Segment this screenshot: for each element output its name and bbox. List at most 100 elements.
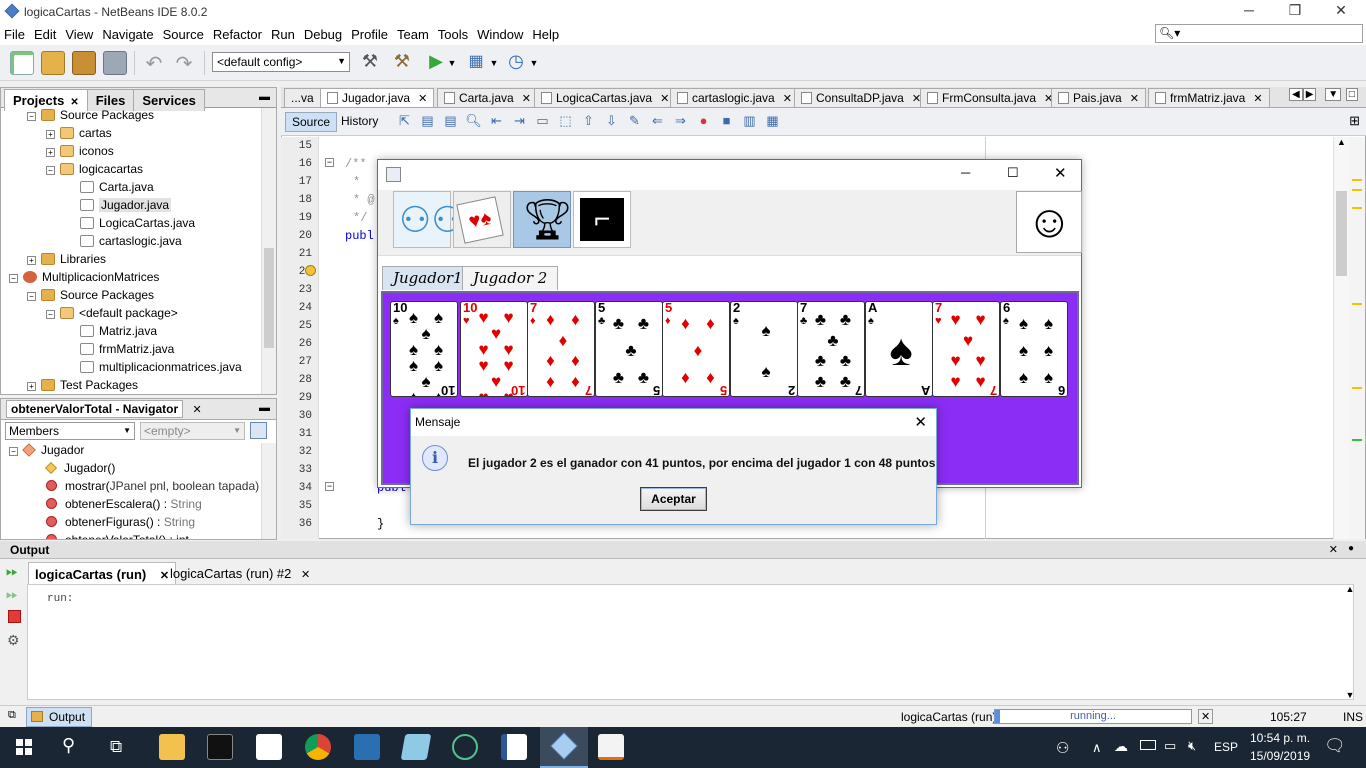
tree-item[interactable]: cartaslogic.java xyxy=(1,234,263,252)
stripe-mark[interactable] xyxy=(1352,179,1362,181)
debug-icon[interactable]: ▦ xyxy=(464,51,488,75)
rerun-options-icon[interactable]: ⏩︎ xyxy=(6,586,18,603)
terminal-icon[interactable] xyxy=(207,734,233,760)
save-all-icon[interactable] xyxy=(103,51,127,75)
tree-item[interactable]: Matriz.java xyxy=(1,324,263,342)
stripe-mark[interactable] xyxy=(1352,439,1362,441)
navigator-filter-select[interactable]: Members ▼ xyxy=(5,422,135,440)
playing-card[interactable]: 10♥10♥♥♥♥♥♥♥♥♥♥ xyxy=(460,301,528,397)
toggle-rect-icon[interactable]: ⬚ xyxy=(554,113,577,129)
menu-view[interactable]: View xyxy=(61,24,98,42)
next-bookmark-icon[interactable]: ⇩ xyxy=(600,113,623,129)
run-dropdown-icon[interactable]: ▼ xyxy=(446,51,458,75)
netbeans-taskbar-icon[interactable] xyxy=(540,727,588,768)
tree-item[interactable]: − Source Packages xyxy=(1,108,263,126)
tree-item[interactable]: + Test Packages xyxy=(1,378,263,396)
settings-icon[interactable]: ⚙ xyxy=(7,632,20,649)
close-icon[interactable]: ✕ xyxy=(301,569,310,581)
word-doc-icon[interactable] xyxy=(501,734,527,760)
rerun-icon[interactable]: ⏩︎ xyxy=(6,563,18,580)
scroll-up-icon[interactable]: ▲ xyxy=(1344,584,1356,594)
scroll-down-icon[interactable]: ▼ xyxy=(1344,690,1356,700)
editor-tab[interactable]: Jugador.java ✕ xyxy=(320,88,435,107)
editor-tab[interactable]: frmMatriz.java ✕ xyxy=(1148,88,1270,107)
options-icon[interactable]: ● xyxy=(1348,543,1354,554)
restore-window-icon[interactable]: ⧉ xyxy=(8,709,16,722)
clean-build-icon[interactable]: ⚒ xyxy=(390,51,414,75)
find-icon[interactable]: 🔍︎ xyxy=(462,113,485,129)
stripe-mark[interactable] xyxy=(1352,189,1362,191)
cancel-process-icon[interactable]: ✕ xyxy=(1198,709,1214,724)
menu-source[interactable]: Source xyxy=(159,24,209,42)
redo-icon[interactable]: ↷ xyxy=(172,51,196,75)
menu-tools[interactable]: Tools xyxy=(434,24,473,42)
clock-date[interactable]: 15/09/2019 xyxy=(1250,749,1310,763)
navigator-empty-select[interactable]: <empty> ▼ xyxy=(140,422,245,440)
expand-toggle-icon[interactable]: + xyxy=(27,382,36,391)
expand-toggle-icon[interactable]: − xyxy=(27,292,36,301)
output-minimized-button[interactable]: Output xyxy=(26,707,93,727)
menu-run[interactable]: Run xyxy=(267,24,300,42)
tree-item[interactable]: frmMatriz.java xyxy=(1,342,263,360)
close-icon[interactable]: ✕ xyxy=(1329,543,1338,556)
editor-tab[interactable]: LogicaCartas.java ✕ xyxy=(534,88,677,107)
playing-card[interactable]: 5 ♣ 5 ♣ ♣ ♣ ♣ ♣ xyxy=(595,301,663,397)
close-icon[interactable]: ✕ xyxy=(418,93,427,105)
notifications-icon[interactable]: 🗨︎ xyxy=(1324,736,1346,756)
run-icon[interactable]: ▶ xyxy=(424,51,448,75)
chrome-icon[interactable] xyxy=(305,734,331,760)
tray-chevron-icon[interactable]: ∧ xyxy=(1092,740,1102,756)
menu-navigate[interactable]: Navigate xyxy=(98,24,158,42)
tree-item[interactable]: − <default package> xyxy=(1,306,263,324)
expand-toggle-icon[interactable]: − xyxy=(46,166,55,175)
comment-icon[interactable]: ▥ xyxy=(738,113,761,129)
people-icon[interactable]: ⚇ xyxy=(1056,739,1069,757)
clock-time[interactable]: 10:54 p. m. xyxy=(1250,731,1310,745)
close-icon[interactable]: ✕ xyxy=(1130,93,1139,105)
config-select[interactable]: <default config> ▼ xyxy=(212,52,350,72)
navigator-member[interactable]: mostrar(JPanel pnl, boolean tapada) xyxy=(1,479,263,497)
editor-tab[interactable]: cartaslogic.java ✕ xyxy=(670,88,799,107)
output-console[interactable]: run: xyxy=(27,584,1354,700)
navigator-member[interactable]: Jugador() xyxy=(1,461,263,479)
fold-marker[interactable]: − xyxy=(325,482,334,491)
atom-icon[interactable] xyxy=(452,734,478,760)
close-button[interactable]: ✕ xyxy=(1054,164,1067,182)
tab-jugador2[interactable]: Jugador 2 xyxy=(462,266,559,290)
new-project-icon[interactable] xyxy=(41,51,65,75)
scroll-right-icon[interactable]: ▶ xyxy=(1302,88,1317,101)
output-tab-run[interactable]: logicaCartas (run) ✕ xyxy=(28,562,177,584)
tree-item[interactable]: − Source Packages xyxy=(1,288,263,306)
split-editor-icon[interactable]: ⊞ xyxy=(1349,113,1360,129)
output-scrollbar[interactable]: ▲ ▼ xyxy=(1344,584,1356,700)
editor-tab[interactable]: Pais.java ✕ xyxy=(1051,88,1146,107)
shift-left-icon[interactable]: ⇐ xyxy=(646,113,669,129)
navigator-member[interactable]: obtenerEscalera() : String xyxy=(1,497,263,515)
playing-card[interactable]: 7 ♣ 7 ♣ ♣ ♣ ♣ ♣ ♣ ♣ xyxy=(797,301,865,397)
menu-file[interactable]: File xyxy=(0,24,30,42)
scroll-thumb[interactable] xyxy=(1336,191,1347,276)
expand-toggle-icon[interactable]: − xyxy=(27,112,36,121)
editor-tab[interactable]: ConsultaDP.java ✕ xyxy=(794,88,929,107)
close-icon[interactable]: ✕ xyxy=(192,404,201,416)
file-explorer-icon[interactable] xyxy=(159,734,185,760)
document-icon[interactable] xyxy=(256,734,282,760)
profile-icon[interactable]: ◷ xyxy=(504,51,528,75)
language-indicator[interactable]: ESP xyxy=(1214,740,1238,754)
tree-item[interactable]: + Libraries xyxy=(1,252,263,270)
uncomment-icon[interactable]: ▦ xyxy=(761,113,784,129)
stripe-mark[interactable] xyxy=(1352,207,1362,209)
tree-scrollbar[interactable] xyxy=(261,108,276,394)
close-icon[interactable]: ✕ xyxy=(914,413,927,431)
task-view-icon[interactable]: ⧉ xyxy=(110,737,122,757)
minimize-panel-icon[interactable]: ▬ xyxy=(259,91,270,103)
stripe-mark[interactable] xyxy=(1352,303,1362,305)
scroll-thumb[interactable] xyxy=(264,248,274,348)
playing-card[interactable]: A ♠ A ♠ xyxy=(865,301,933,397)
toggle-bookmark-icon[interactable]: ✎ xyxy=(623,113,646,129)
navigator-member[interactable]: obtenerValorTotal() : int xyxy=(1,533,263,539)
scroll-up-icon[interactable]: ▲ xyxy=(1334,137,1349,147)
menu-debug[interactable]: Debug xyxy=(300,24,347,42)
scroll-left-icon[interactable]: ◀ xyxy=(1289,88,1303,101)
editor-tab[interactable]: FrmConsulta.java ✕ xyxy=(920,88,1061,107)
